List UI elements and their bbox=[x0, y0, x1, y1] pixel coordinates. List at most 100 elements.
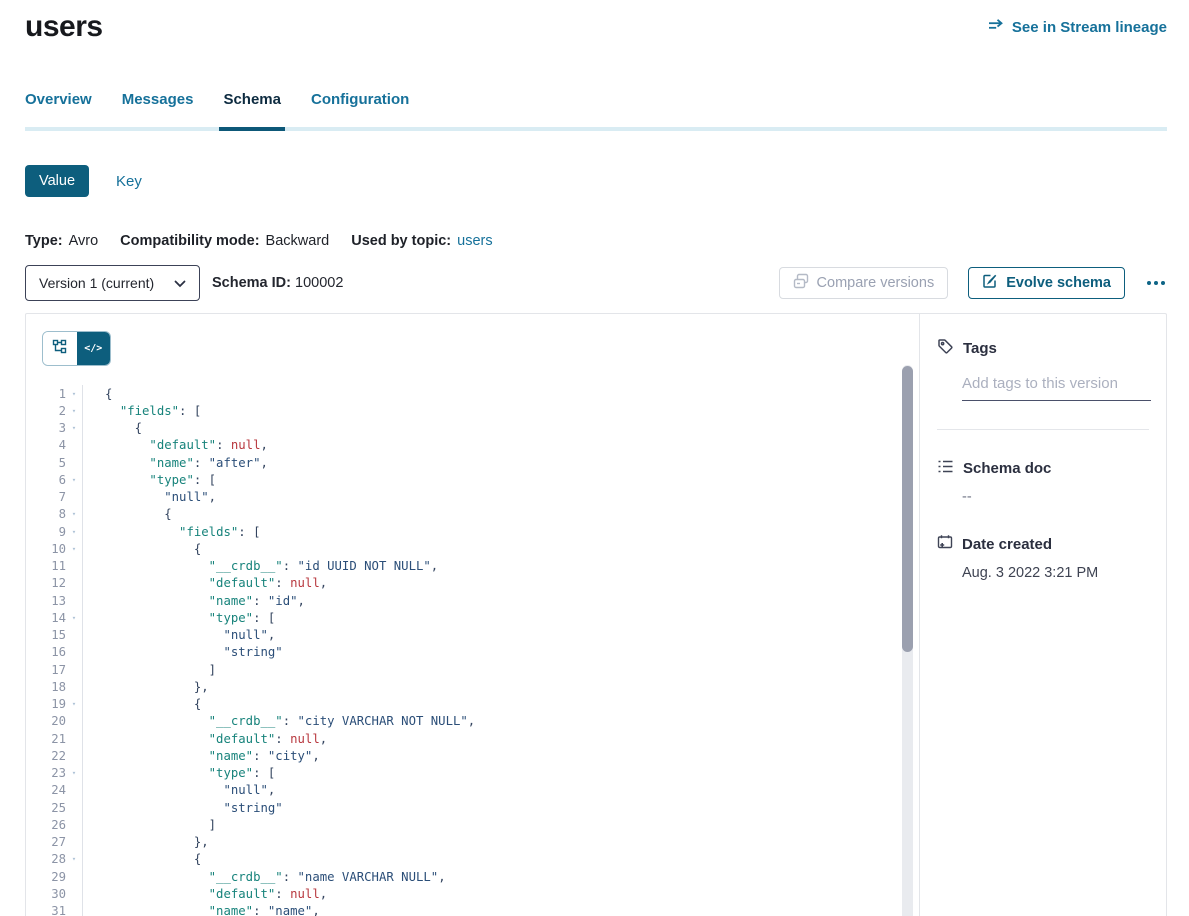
used-by-topic-field: Used by topic:users bbox=[351, 233, 492, 249]
line-number: 11 bbox=[42, 559, 66, 573]
line-number: 20 bbox=[42, 714, 66, 728]
code-text: { bbox=[83, 852, 201, 866]
tree-view-button[interactable] bbox=[43, 332, 77, 365]
line-number: 22 bbox=[42, 749, 66, 763]
fold-gutter bbox=[66, 868, 83, 885]
code-text: ] bbox=[83, 663, 216, 677]
fold-arrow-icon[interactable]: ▾ bbox=[66, 609, 83, 626]
fold-gutter bbox=[66, 834, 83, 851]
line-number: 8 bbox=[42, 507, 66, 521]
value-toggle-button[interactable]: Value bbox=[25, 165, 89, 197]
see-in-stream-lineage-link[interactable]: See in Stream lineage bbox=[988, 18, 1167, 36]
more-options-button[interactable] bbox=[1145, 277, 1167, 289]
line-number: 27 bbox=[42, 835, 66, 849]
code-text: "name": "name", bbox=[83, 904, 320, 916]
line-number: 18 bbox=[42, 680, 66, 694]
line-number: 28 bbox=[42, 852, 66, 866]
ellipsis-icon bbox=[1147, 281, 1151, 285]
fold-gutter bbox=[66, 558, 83, 575]
fold-arrow-icon[interactable]: ▾ bbox=[66, 420, 83, 437]
code-text: "name": "id", bbox=[83, 594, 305, 608]
code-text: "string" bbox=[83, 645, 283, 659]
code-line: 12 "default": null, bbox=[42, 575, 919, 592]
fold-arrow-icon[interactable]: ▾ bbox=[66, 471, 83, 488]
fold-gutter bbox=[66, 575, 83, 592]
code-lines: 1▾{2▾ "fields": [3▾ {4 "default": null,5… bbox=[42, 385, 919, 916]
code-line: 2▾ "fields": [ bbox=[42, 402, 919, 419]
code-view-button[interactable]: </> bbox=[77, 332, 111, 365]
compare-versions-button[interactable]: Compare versions bbox=[779, 267, 949, 299]
code-line: 22 "name": "city", bbox=[42, 747, 919, 764]
code-text: ] bbox=[83, 818, 216, 832]
tags-section-header: Tags bbox=[937, 338, 1149, 359]
code-text: "__crdb__": "name VARCHAR NULL", bbox=[83, 870, 446, 884]
code-line: 1▾{ bbox=[42, 385, 919, 402]
code-text: "null", bbox=[83, 783, 275, 797]
date-created-title: Date created bbox=[962, 536, 1052, 553]
code-text: "default": null, bbox=[83, 438, 268, 452]
tab-configuration[interactable]: Configuration bbox=[311, 91, 409, 108]
line-number: 3 bbox=[42, 421, 66, 435]
code-text: "fields": [ bbox=[83, 404, 201, 418]
line-number: 24 bbox=[42, 783, 66, 797]
schema-metadata-sidebar: Tags Schema doc -- bbox=[919, 314, 1166, 916]
tags-title: Tags bbox=[963, 340, 997, 357]
code-line: 28▾ { bbox=[42, 851, 919, 868]
add-tags-input[interactable] bbox=[962, 373, 1151, 401]
tab-schema[interactable]: Schema bbox=[223, 91, 281, 108]
code-line: 23▾ "type": [ bbox=[42, 765, 919, 782]
version-bar: Version 1 (current) Schema ID: 100002 Co… bbox=[25, 265, 1167, 301]
code-line: 8▾ { bbox=[42, 506, 919, 523]
schema-id-value: 100002 bbox=[295, 275, 343, 291]
fold-arrow-icon[interactable]: ▾ bbox=[66, 851, 83, 868]
fold-arrow-icon[interactable]: ▾ bbox=[66, 402, 83, 419]
compatibility-label: Compatibility mode: bbox=[120, 233, 259, 249]
topic-link[interactable]: users bbox=[457, 233, 492, 249]
fold-arrow-icon[interactable]: ▾ bbox=[66, 523, 83, 540]
schema-meta-row: Type:Avro Compatibility mode: Backward Us… bbox=[25, 233, 1167, 249]
editor-scrollbar-track[interactable] bbox=[902, 365, 913, 916]
line-number: 6 bbox=[42, 473, 66, 487]
code-line: 7 "null", bbox=[42, 489, 919, 506]
code-line: 9▾ "fields": [ bbox=[42, 523, 919, 540]
code-text: { bbox=[83, 542, 201, 556]
tab-underline-track bbox=[25, 127, 1167, 131]
stream-lineage-icon bbox=[988, 18, 1005, 36]
date-created-value: Aug. 3 2022 3:21 PM bbox=[962, 565, 1149, 581]
evolve-schema-button[interactable]: Evolve schema bbox=[968, 267, 1125, 299]
code-line: 31 "name": "name", bbox=[42, 903, 919, 916]
code-line: 24 "null", bbox=[42, 782, 919, 799]
fold-arrow-icon[interactable]: ▾ bbox=[66, 385, 83, 402]
fold-gutter bbox=[66, 713, 83, 730]
code-line: 14▾ "type": [ bbox=[42, 609, 919, 626]
fold-arrow-icon[interactable]: ▾ bbox=[66, 540, 83, 557]
fold-arrow-icon[interactable]: ▾ bbox=[66, 765, 83, 782]
type-field: Type:Avro bbox=[25, 233, 98, 249]
editor-scrollbar-thumb[interactable] bbox=[902, 366, 913, 652]
fold-gutter bbox=[66, 454, 83, 471]
tab-overview[interactable]: Overview bbox=[25, 91, 92, 108]
compatibility-value: Backward bbox=[266, 233, 330, 249]
code-text: "__crdb__": "id UUID NOT NULL", bbox=[83, 559, 438, 573]
version-select-value: Version 1 (current) bbox=[39, 275, 154, 291]
version-select[interactable]: Version 1 (current) bbox=[25, 265, 200, 301]
code-line: 4 "default": null, bbox=[42, 437, 919, 454]
fold-arrow-icon[interactable]: ▾ bbox=[66, 506, 83, 523]
tab-bar: Overview Messages Schema Configuration bbox=[25, 91, 1167, 131]
fold-gutter bbox=[66, 644, 83, 661]
fold-arrow-icon[interactable]: ▾ bbox=[66, 696, 83, 713]
tag-icon bbox=[937, 338, 954, 359]
edit-icon bbox=[982, 273, 998, 293]
code-text: "__crdb__": "city VARCHAR NOT NULL", bbox=[83, 714, 475, 728]
code-text: "name": "after", bbox=[83, 456, 268, 470]
line-number: 19 bbox=[42, 697, 66, 711]
code-line: 26 ] bbox=[42, 816, 919, 833]
tree-view-icon bbox=[52, 339, 67, 359]
schema-page: users See in Stream lineage Overview Mes… bbox=[25, 0, 1167, 916]
line-number: 5 bbox=[42, 456, 66, 470]
key-toggle-button[interactable]: Key bbox=[116, 173, 142, 190]
line-number: 9 bbox=[42, 525, 66, 539]
tab-messages[interactable]: Messages bbox=[122, 91, 194, 108]
fold-gutter bbox=[66, 437, 83, 454]
code-line: 21 "default": null, bbox=[42, 730, 919, 747]
